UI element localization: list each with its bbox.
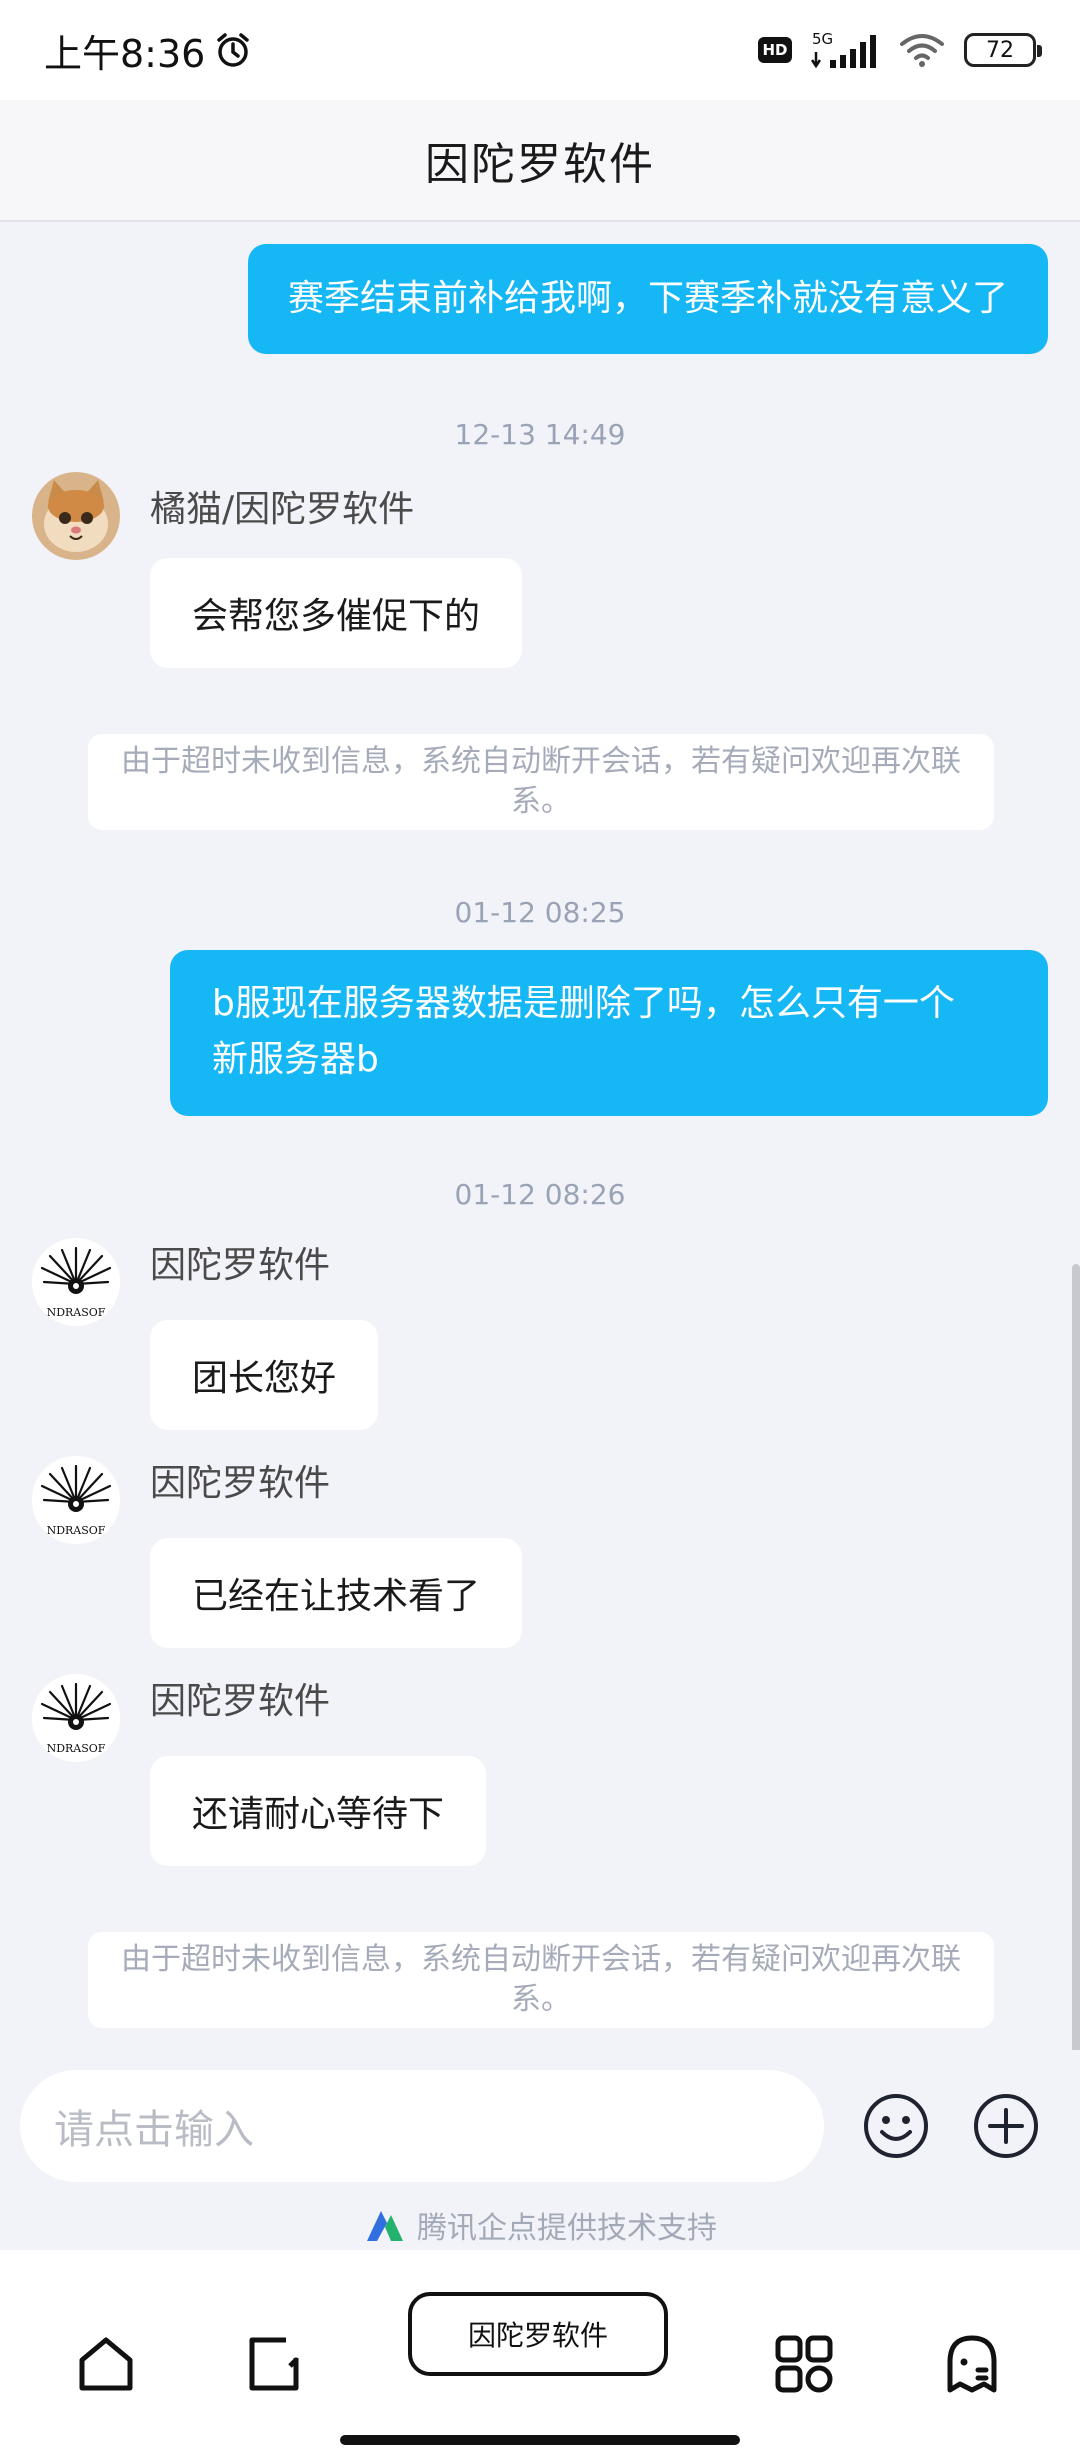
incoming-message[interactable]: 会帮您多催促下的 — [150, 558, 523, 668]
signal-icon: 5G — [810, 30, 876, 69]
network-type: 5G — [812, 30, 833, 48]
message-text-line-1: b服现在服务器数据是删除了吗，怎么只有一个 — [212, 983, 955, 1024]
timestamp: 12-13 14:49 — [454, 418, 626, 451]
chat-header: 因陀罗软件 — [0, 100, 1080, 222]
company-logo-icon: NDRASOF — [32, 1456, 120, 1544]
timestamp: 01-12 08:25 — [454, 896, 626, 929]
incoming-message[interactable]: 团长您好 — [150, 1320, 379, 1430]
company-logo-icon: NDRASOF — [32, 1238, 120, 1326]
avatar-company[interactable]: NDRASOF — [32, 1674, 120, 1762]
grid-icon[interactable] — [772, 2332, 836, 2396]
logo-text: NDRASOF — [47, 1306, 106, 1319]
logo-text: NDRASOF — [47, 1742, 106, 1755]
sender-name: 因陀罗软件 — [150, 1245, 331, 1286]
timestamp: 01-12 08:26 — [454, 1178, 626, 1211]
battery-level: 72 — [986, 37, 1014, 63]
avatar-company[interactable]: NDRASOF — [32, 1456, 120, 1544]
tencent-qidian-logo-icon — [367, 2211, 403, 2241]
message-input[interactable]: 请点击输入 — [20, 2070, 824, 2182]
input-area: 请点击输入 腾讯企点提供技术支持 — [0, 2050, 1080, 2250]
outgoing-message[interactable]: b服现在服务器数据是删除了吗，怎么只有一个 新服务器b — [170, 950, 1048, 1116]
page-title: 因陀罗软件 — [425, 139, 655, 190]
cat-avatar-icon — [32, 472, 120, 560]
recent-apps-icon[interactable] — [242, 2332, 306, 2396]
message-list[interactable]: 赛季结束前补给我啊，下赛季补就没有意义了 12-13 14:49 橘猫/因陀罗软… — [0, 224, 1080, 2050]
message-text: 还请耐心等待下 — [192, 1794, 445, 1835]
system-notice: 由于超时未收到信息，系统自动断开会话，若有疑问欢迎再次联系。 — [88, 734, 994, 830]
message-text: 会帮您多催促下的 — [192, 596, 481, 637]
message-text: 赛季结束前补给我啊，下赛季补就没有意义了 — [287, 278, 1008, 319]
nav-center-button[interactable]: 因陀罗软件 — [408, 2292, 668, 2376]
incoming-message[interactable]: 还请耐心等待下 — [150, 1756, 487, 1866]
avatar-company[interactable]: NDRASOF — [32, 1238, 120, 1326]
home-indicator[interactable] — [340, 2435, 740, 2445]
nav-center-label: 因陀罗软件 — [467, 2319, 608, 2352]
sender-name: 橘猫/因陀罗软件 — [150, 489, 415, 530]
status-left: 上午8:36 — [44, 23, 253, 78]
hd-badge: HD — [758, 37, 792, 63]
bottom-nav: 因陀罗软件 — [0, 2250, 1080, 2460]
status-bar: 上午8:36 HD 5G 72 — [0, 0, 1080, 100]
system-notice: 由于超时未收到信息，系统自动断开会话，若有疑问欢迎再次联系。 — [88, 1932, 994, 2028]
message-text: 团长您好 — [192, 1358, 337, 1399]
sender-name: 因陀罗软件 — [150, 1463, 331, 1504]
ghost-icon[interactable] — [940, 2332, 1004, 2396]
alarm-icon — [217, 33, 250, 67]
battery-icon: 72 — [964, 33, 1042, 67]
add-icon[interactable] — [972, 2092, 1040, 2160]
scrollbar[interactable] — [1072, 1264, 1080, 2050]
wifi-icon — [900, 34, 944, 67]
logo-text: NDRASOF — [47, 1524, 106, 1537]
outgoing-message[interactable]: 赛季结束前补给我啊，下赛季补就没有意义了 — [247, 244, 1048, 354]
status-time: 上午8:36 — [44, 31, 206, 76]
powered-by-text: 腾讯企点提供技术支持 — [417, 2211, 717, 2246]
avatar-cat[interactable] — [32, 472, 120, 560]
emoji-icon[interactable] — [862, 2092, 930, 2160]
message-text: 已经在让技术看了 — [192, 1576, 481, 1617]
message-text-line-2: 新服务器b — [212, 1039, 379, 1080]
chat-screen: 上午8:36 HD 5G 72 因陀罗软件 赛季结束前补给我啊，下赛季补就没有意… — [0, 0, 1080, 2460]
incoming-message[interactable]: 已经在让技术看了 — [150, 1538, 523, 1648]
powered-by: 腾讯企点提供技术支持 — [0, 2200, 1080, 2250]
home-icon[interactable] — [74, 2332, 138, 2396]
status-right: HD 5G 72 — [758, 30, 1042, 70]
input-placeholder: 请点击输入 — [54, 2107, 254, 2153]
company-logo-icon: NDRASOF — [32, 1674, 120, 1762]
sender-name: 因陀罗软件 — [150, 1681, 331, 1722]
